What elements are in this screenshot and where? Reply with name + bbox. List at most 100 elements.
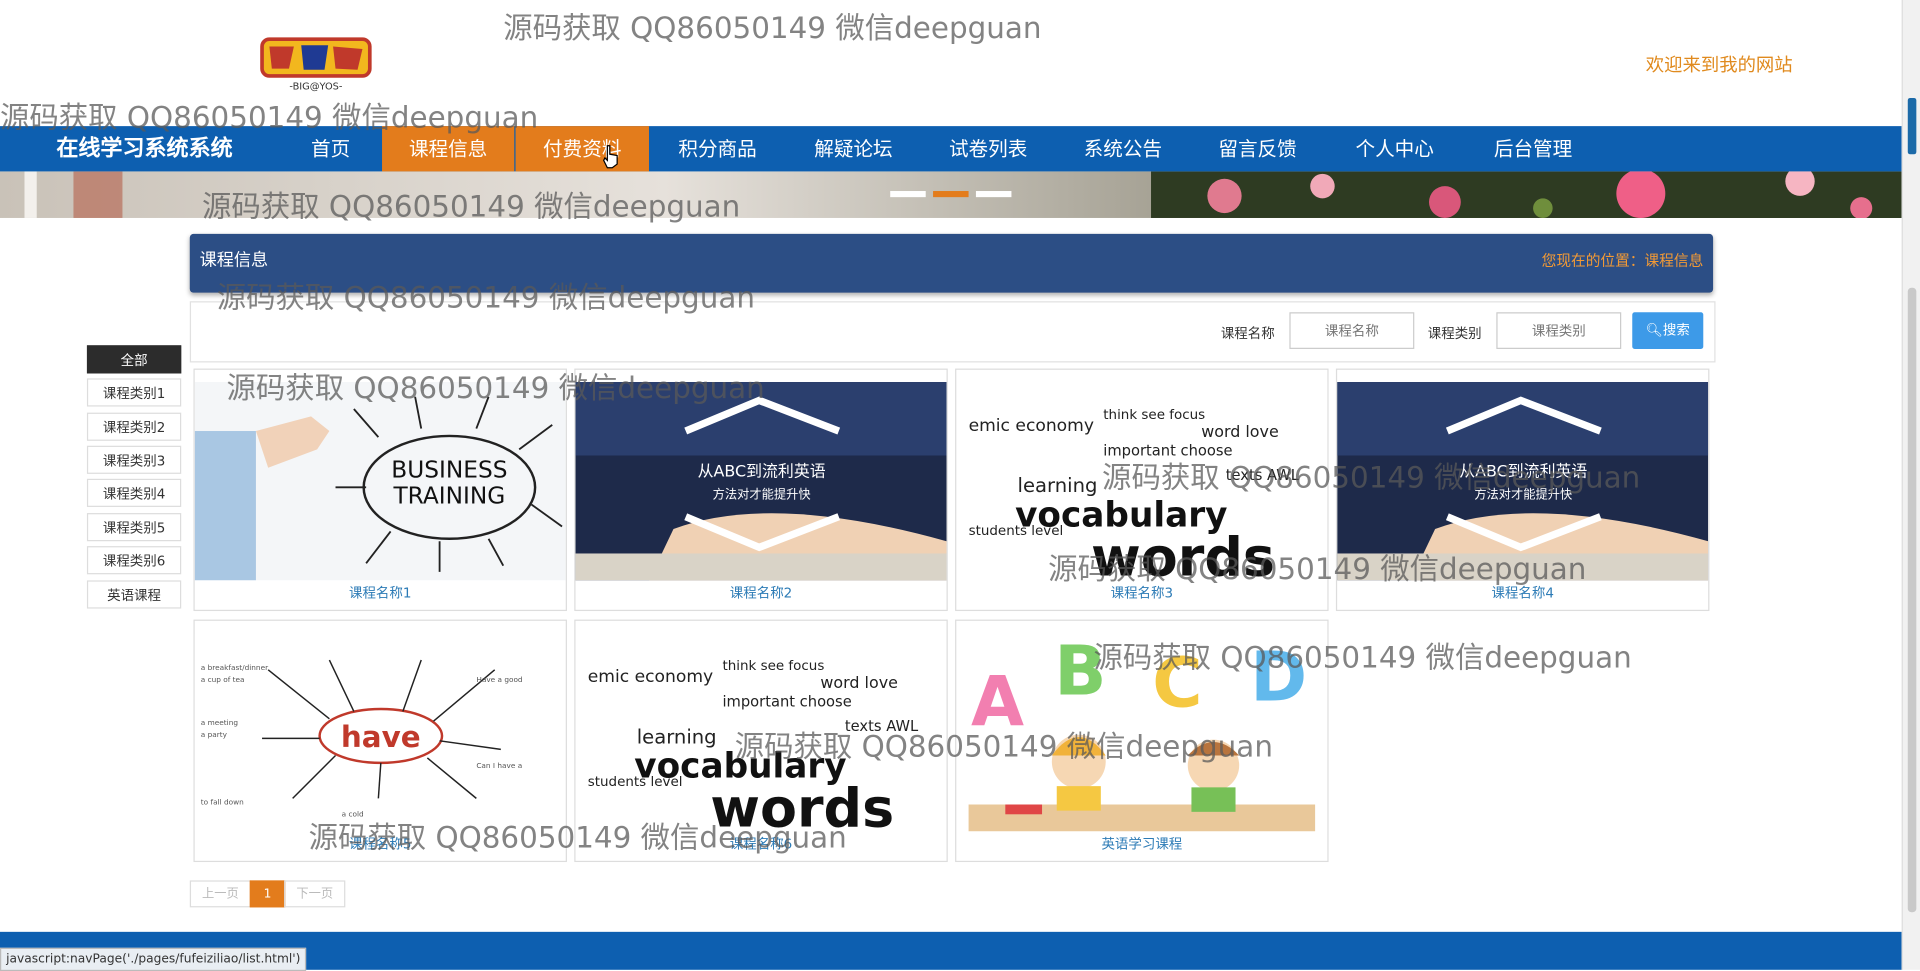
nav-course-info[interactable]: 课程信息 [382,126,515,172]
letter-b: B [1054,633,1106,711]
scrollbar-thumb[interactable] [1907,287,1917,913]
banner-text-1: 从ABC到流利英语 [1459,461,1587,480]
carousel-dot-1[interactable] [890,191,926,198]
svg-text:a cold: a cold [342,810,364,819]
carousel-dot-3[interactable] [975,191,1012,198]
course-image-have-mindmap[interactable]: have a breakfast/dinner a cup of tea a me… [194,633,566,832]
nav-paid-materials[interactable]: 付费资料 [515,126,649,172]
course-type-input[interactable] [1496,312,1622,349]
svg-text:-BIG@YOS-: -BIG@YOS- [289,81,342,92]
browser-status-bar: javascript:navPage('./pages/fufeiziliao/… [0,947,307,971]
banner-text-2: 方法对才能提升快 [713,486,811,501]
svg-text:learning: learning [1018,474,1098,497]
site-brand[interactable]: 在线学习系统系统 [56,126,232,171]
svg-text:think see focus: think see focus [722,659,824,674]
course-card[interactable]: BUSINESS TRAINING 课程名称1 [193,368,567,612]
svg-text:word love: word love [820,673,898,692]
mouse-cursor-icon [602,145,618,169]
svg-text:a meeting: a meeting [201,718,238,727]
course-image-english-banner[interactable]: 从ABC到流利英语 方法对才能提升快 [1337,382,1709,581]
svg-text:emic economy: emic economy [588,667,713,687]
nav-feedback[interactable]: 留言反馈 [1201,126,1314,171]
category-type-6[interactable]: 课程类别6 [86,546,182,575]
letter-c: C [1152,644,1202,724]
category-type-1[interactable]: 课程类别1 [86,378,182,407]
section-header: 课程信息 您现在的位置：课程信息 [189,233,1714,293]
svg-text:texts AWL: texts AWL [1226,467,1300,484]
banner-carousel[interactable] [0,171,1902,218]
svg-text:emic economy: emic economy [969,416,1094,436]
welcome-text: 欢迎来到我的网站 [1645,53,1793,76]
page-title: 课程信息 [199,251,269,271]
watermark: 源码获取 QQ86050149 微信deepguan [503,11,1042,46]
course-name[interactable]: 课程名称3 [956,583,1327,603]
course-name[interactable]: 英语学习课程 [956,834,1327,854]
main-nav: 在线学习系统系统 首页 课程信息 付费资料 积分商品 解疑论坛 试卷列表 系统公… [0,126,1902,172]
search-button[interactable]: 🔍︎搜索 [1632,312,1704,349]
course-image-words-cloud[interactable]: emic economy think see focus word love l… [575,633,947,832]
svg-text:a party: a party [201,730,228,739]
category-type-2[interactable]: 课程类别2 [86,412,182,441]
site-logo[interactable]: -BIG@YOS- [257,34,375,93]
course-name-input[interactable] [1289,312,1415,349]
course-card[interactable]: emic economy think see focus word love l… [574,619,948,863]
course-image-business-training[interactable]: BUSINESS TRAINING [194,382,566,581]
category-all[interactable]: 全部 [86,345,182,374]
svg-text:word love: word love [1201,422,1279,441]
nav-forum[interactable]: 解疑论坛 [797,126,910,171]
course-card[interactable]: 从ABC到流利英语 方法对才能提升快 课程名称2 [574,368,948,612]
course-card[interactable]: 从ABC到流利英语 方法对才能提升快 课程名称4 [1335,368,1710,612]
course-type-label: 课程类别 [1427,325,1482,342]
course-card[interactable]: emic economy think see focus word love l… [955,368,1329,612]
svg-text:Have a good: Have a good [476,675,522,684]
course-name[interactable]: 课程名称5 [195,834,566,854]
prev-page-button[interactable]: 上一页 [189,880,252,908]
svg-text:a cup of tea: a cup of tea [201,675,245,684]
course-image-words-cloud[interactable]: emic economy think see focus word love l… [956,382,1328,581]
nav-announcements[interactable]: 系统公告 [1067,126,1180,171]
nav-points-mall[interactable]: 积分商品 [661,126,774,171]
nav-exam-list[interactable]: 试卷列表 [932,126,1045,171]
svg-text:a breakfast/dinner: a breakfast/dinner [201,663,269,672]
course-name[interactable]: 课程名称4 [1337,583,1708,603]
category-type-4[interactable]: 课程类别4 [86,478,182,507]
words-text: words [1091,526,1275,581]
search-icon: 🔍︎ [1645,322,1663,338]
category-english[interactable]: 英语课程 [86,580,182,609]
course-image-abcd-kids[interactable]: A B C D [956,633,1328,832]
course-name[interactable]: 课程名称1 [195,583,566,603]
carousel-dot-2[interactable] [933,191,969,198]
banner-text-2: 方法对才能提升快 [1474,486,1572,501]
letter-d: D [1250,637,1307,717]
training-text: TRAINING [392,482,505,509]
page-scrollbar[interactable] [1901,0,1920,970]
svg-text:important choose: important choose [722,694,851,711]
nav-home[interactable]: 首页 [293,126,369,171]
course-card[interactable]: A B C D 英语学习课程 [955,619,1329,863]
course-name-label: 课程名称 [1220,325,1275,342]
scrollbar-marker[interactable] [1907,97,1917,155]
nav-profile[interactable]: 个人中心 [1338,126,1451,171]
search-panel: 课程名称 课程类别 🔍︎搜索 [189,301,1716,363]
page-1-button[interactable]: 1 [249,880,286,908]
category-type-3[interactable]: 课程类别3 [86,445,182,474]
words-text: words [710,777,894,832]
breadcrumb: 您现在的位置：课程信息 [1541,252,1704,270]
business-text: BUSINESS [391,457,507,484]
course-image-english-banner[interactable]: 从ABC到流利英语 方法对才能提升快 [575,382,947,581]
svg-text:to fall down: to fall down [201,797,244,806]
next-page-button[interactable]: 下一页 [284,880,346,908]
course-name[interactable]: 课程名称2 [576,583,947,603]
svg-text:Can I have a: Can I have a [476,761,522,770]
banner-text-1: 从ABC到流利英语 [698,461,826,480]
svg-text:texts AWL: texts AWL [845,718,919,735]
category-type-5[interactable]: 课程类别5 [86,513,182,542]
course-name[interactable]: 课程名称6 [576,834,947,854]
svg-text:think see focus: think see focus [1103,408,1205,423]
nav-admin[interactable]: 后台管理 [1477,126,1590,171]
course-card[interactable]: have a breakfast/dinner a cup of tea a me… [193,619,567,863]
search-button-label: 搜索 [1662,322,1690,338]
letter-a: A [971,662,1024,742]
svg-text:important choose: important choose [1103,443,1232,460]
page: -BIG@YOS- 欢迎来到我的网站 在线学习系统系统 首页 课程信息 付费资料… [0,0,1920,971]
